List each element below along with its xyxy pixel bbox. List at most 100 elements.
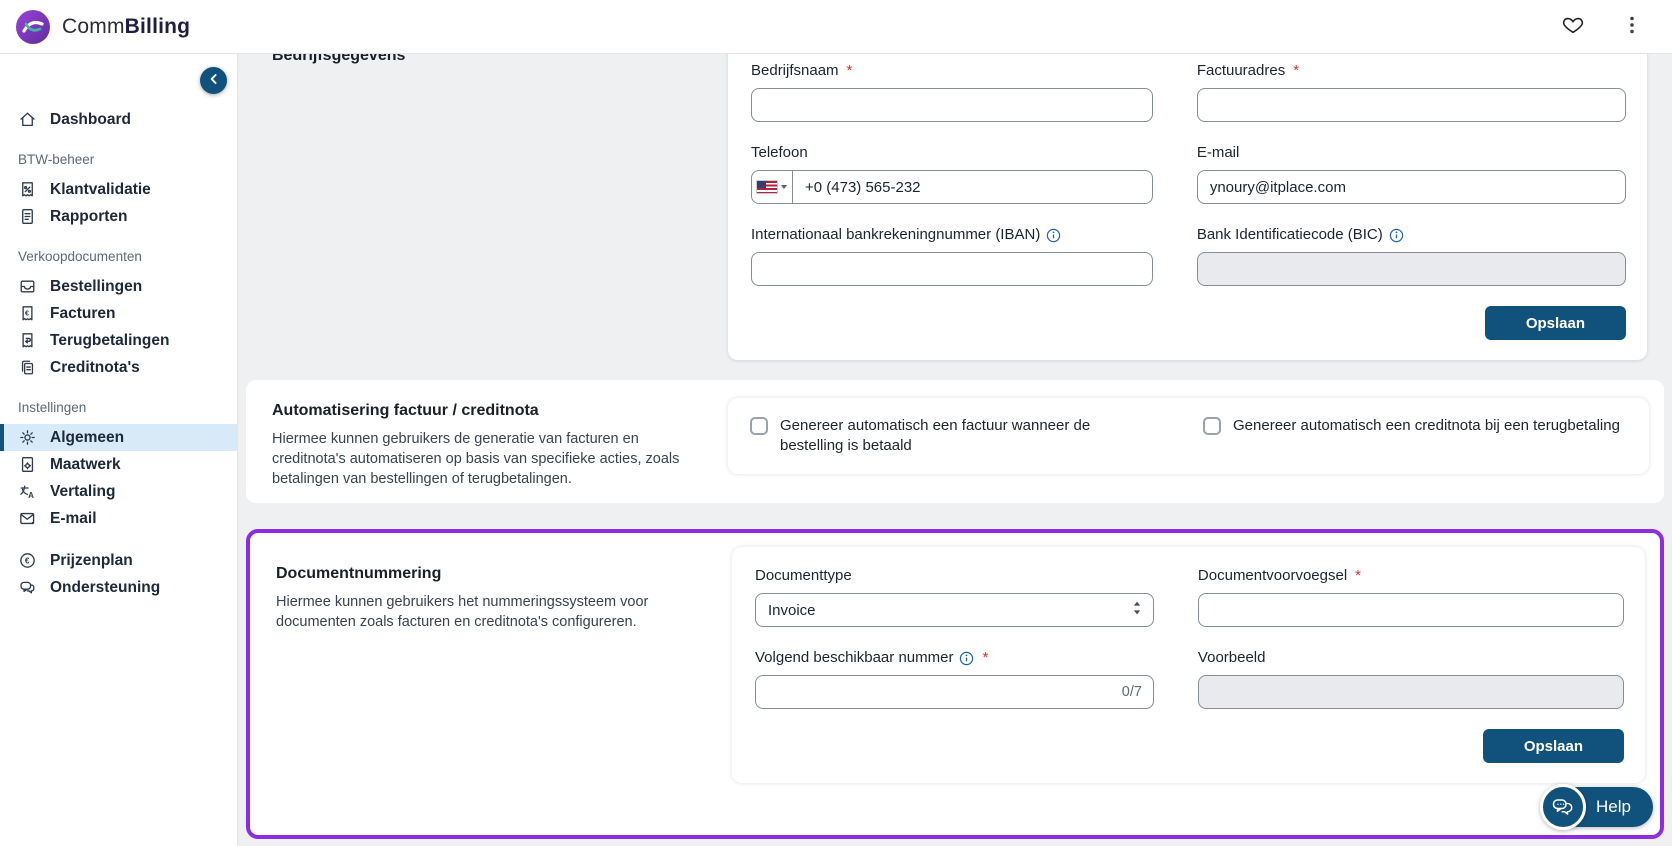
document-icon: [18, 207, 37, 226]
sidebar-item-bestellingen[interactable]: Bestellingen: [0, 273, 237, 300]
country-code-dropdown[interactable]: [752, 171, 793, 203]
documenttype-select[interactable]: Invoice: [755, 593, 1154, 627]
translate-icon: A: [18, 482, 37, 501]
sidebar-item-label: Rapporten: [50, 207, 128, 225]
sidebar-item-vertaling[interactable]: A Vertaling: [0, 478, 237, 505]
help-fab[interactable]: Help: [1540, 784, 1653, 830]
iban-input[interactable]: [751, 252, 1153, 286]
sidebar-item-algemeen[interactable]: Algemeen: [0, 424, 237, 451]
sidebar-item-maatwerk[interactable]: Maatwerk: [0, 451, 237, 478]
documenttype-label: Documenttype: [755, 567, 852, 584]
checkbox-label: Genereer automatisch een factuur wanneer…: [780, 417, 1091, 454]
auto-creditnote-checkbox-row[interactable]: Genereer automatisch een creditnota bij …: [1203, 416, 1620, 436]
mail-gear-icon: [18, 509, 37, 528]
kebab-menu-icon: [1622, 14, 1642, 39]
info-icon[interactable]: [959, 651, 974, 666]
inbox-icon: [18, 277, 37, 296]
iban-label: Internationaal bankrekeningnummer (IBAN): [751, 226, 1153, 244]
sidebar-item-rapporten[interactable]: Rapporten: [0, 203, 237, 230]
email-input[interactable]: [1196, 170, 1626, 204]
char-counter: 0/7: [1121, 684, 1142, 700]
brand-name: CommBilling: [62, 14, 191, 38]
sidebar-collapse-button[interactable]: [200, 67, 227, 94]
section-title: Bedrijfsgegevens: [272, 54, 406, 64]
auto-invoice-checkbox[interactable]: [750, 417, 768, 435]
chevron-left-icon: [207, 72, 221, 89]
company-save-button[interactable]: Opslaan: [1484, 306, 1626, 340]
company-form-card: Bedrijfsnaam * Factuuradres * Telefoon +…: [728, 54, 1647, 360]
sidebar-item-dashboard[interactable]: Dashboard: [0, 106, 237, 133]
favorite-button[interactable]: [1558, 10, 1588, 43]
section-description: Hiermee kunnen gebruikers de generatie v…: [272, 431, 680, 487]
section-title: Documentnummering: [276, 565, 442, 582]
required-asterisk: *: [1355, 567, 1362, 584]
sidebar-item-label: Creditnota's: [50, 358, 140, 376]
brand[interactable]: CommBilling: [14, 8, 190, 46]
required-asterisk: *: [982, 649, 989, 666]
info-icon[interactable]: [1389, 228, 1404, 243]
bedrijfsnaam-label: Bedrijfsnaam *: [751, 62, 853, 79]
sidebar-item-creditnotas[interactable]: Creditnota's: [0, 354, 237, 381]
heart-icon: [1562, 14, 1584, 39]
receipt-euro-icon: €: [18, 304, 37, 323]
numbering-form-card: Documenttype Invoice Documentvoorvoegsel…: [732, 547, 1645, 783]
receipt-refund-icon: [18, 331, 37, 350]
sidebar-item-label: Maatwerk: [50, 455, 121, 473]
telefoon-label: Telefoon: [751, 144, 808, 161]
sidebar-item-prijzenplan[interactable]: € Prijzenplan: [0, 547, 237, 574]
sidebar-item-facturen[interactable]: € Facturen: [0, 300, 237, 327]
auto-invoice-checkbox-row[interactable]: Genereer automatisch een factuur wanneer…: [750, 416, 1125, 456]
sidebar-item-klantvalidatie[interactable]: Klantvalidatie: [0, 176, 237, 203]
documenttype-value: Invoice: [768, 601, 816, 619]
required-asterisk: *: [1293, 62, 1300, 79]
section-title: Automatisering factuur / creditnota: [272, 402, 539, 419]
automation-form-card: Genereer automatisch een factuur wanneer…: [728, 398, 1649, 474]
commbilling-logo-icon: [14, 8, 52, 46]
sidebar-header-instellingen: Instellingen: [18, 400, 87, 415]
sidebar-item-label: Bestellingen: [50, 277, 143, 295]
bic-input: [1196, 252, 1626, 286]
info-icon[interactable]: [1046, 228, 1061, 243]
svg-text:€: €: [25, 309, 29, 317]
checkbox-label: Genereer automatisch een creditnota bij …: [1233, 417, 1620, 434]
sidebar-item-ondersteuning[interactable]: Ondersteuning: [0, 574, 237, 601]
us-flag-icon: [756, 180, 778, 194]
sidebar-item-label: E-mail: [50, 509, 97, 527]
sidebar: Dashboard BTW-beheer Klantvalidatie Rapp…: [0, 54, 238, 846]
sidebar-item-label: Vertaling: [50, 482, 116, 500]
sidebar-item-label: Facturen: [50, 304, 116, 322]
sidebar-item-label: Prijzenplan: [50, 551, 133, 569]
caret-down-icon: [781, 185, 787, 189]
more-menu-button[interactable]: [1618, 10, 1646, 43]
documentvoorvoegsel-label: Documentvoorvoegsel *: [1197, 567, 1362, 584]
numbering-save-button[interactable]: Opslaan: [1482, 729, 1624, 763]
section-bedrijfsgegevens: Bedrijfsgegevens Bedrijfsnaam * Factuurad…: [246, 54, 1664, 360]
sidebar-item-email[interactable]: E-mail: [0, 505, 237, 532]
bic-label: Bank Identificatiecode (BIC): [1197, 226, 1626, 244]
telefoon-input[interactable]: +0 (473) 565-232: [751, 170, 1153, 204]
svg-text:A: A: [28, 491, 34, 500]
email-label: E-mail: [1196, 144, 1240, 161]
sidebar-item-label: Klantvalidatie: [50, 180, 151, 198]
svg-text:€: €: [25, 556, 30, 565]
sidebar-item-label: Algemeen: [50, 428, 125, 446]
section-description: Hiermee kunnen gebruikers het nummerings…: [276, 594, 649, 630]
documentvoorvoegsel-input[interactable]: [1197, 593, 1624, 627]
auto-creditnote-checkbox[interactable]: [1203, 417, 1221, 435]
factuuradres-label: Factuuradres *: [1196, 62, 1300, 79]
factuuradres-input[interactable]: [1196, 88, 1626, 122]
volgend-nummer-label: Volgend beschikbaar nummer *: [755, 649, 989, 666]
copy-document-icon: [18, 358, 37, 377]
topbar: CommBilling: [0, 0, 1672, 54]
telefoon-value: +0 (473) 565-232: [805, 178, 921, 196]
sidebar-item-terugbetalingen[interactable]: Terugbetalingen: [0, 327, 237, 354]
home-icon: [18, 110, 37, 129]
help-chat-icon[interactable]: [1540, 784, 1587, 830]
bedrijfsnaam-input[interactable]: [751, 88, 1153, 122]
sidebar-header-verkoop: Verkoopdocumenten: [18, 249, 142, 264]
voorbeeld-input: [1197, 675, 1624, 709]
volgend-nummer-input[interactable]: [755, 675, 1154, 709]
document-gear-icon: [18, 455, 37, 474]
sidebar-item-label: Dashboard: [50, 110, 131, 128]
chat-bubbles-icon: [18, 578, 37, 597]
